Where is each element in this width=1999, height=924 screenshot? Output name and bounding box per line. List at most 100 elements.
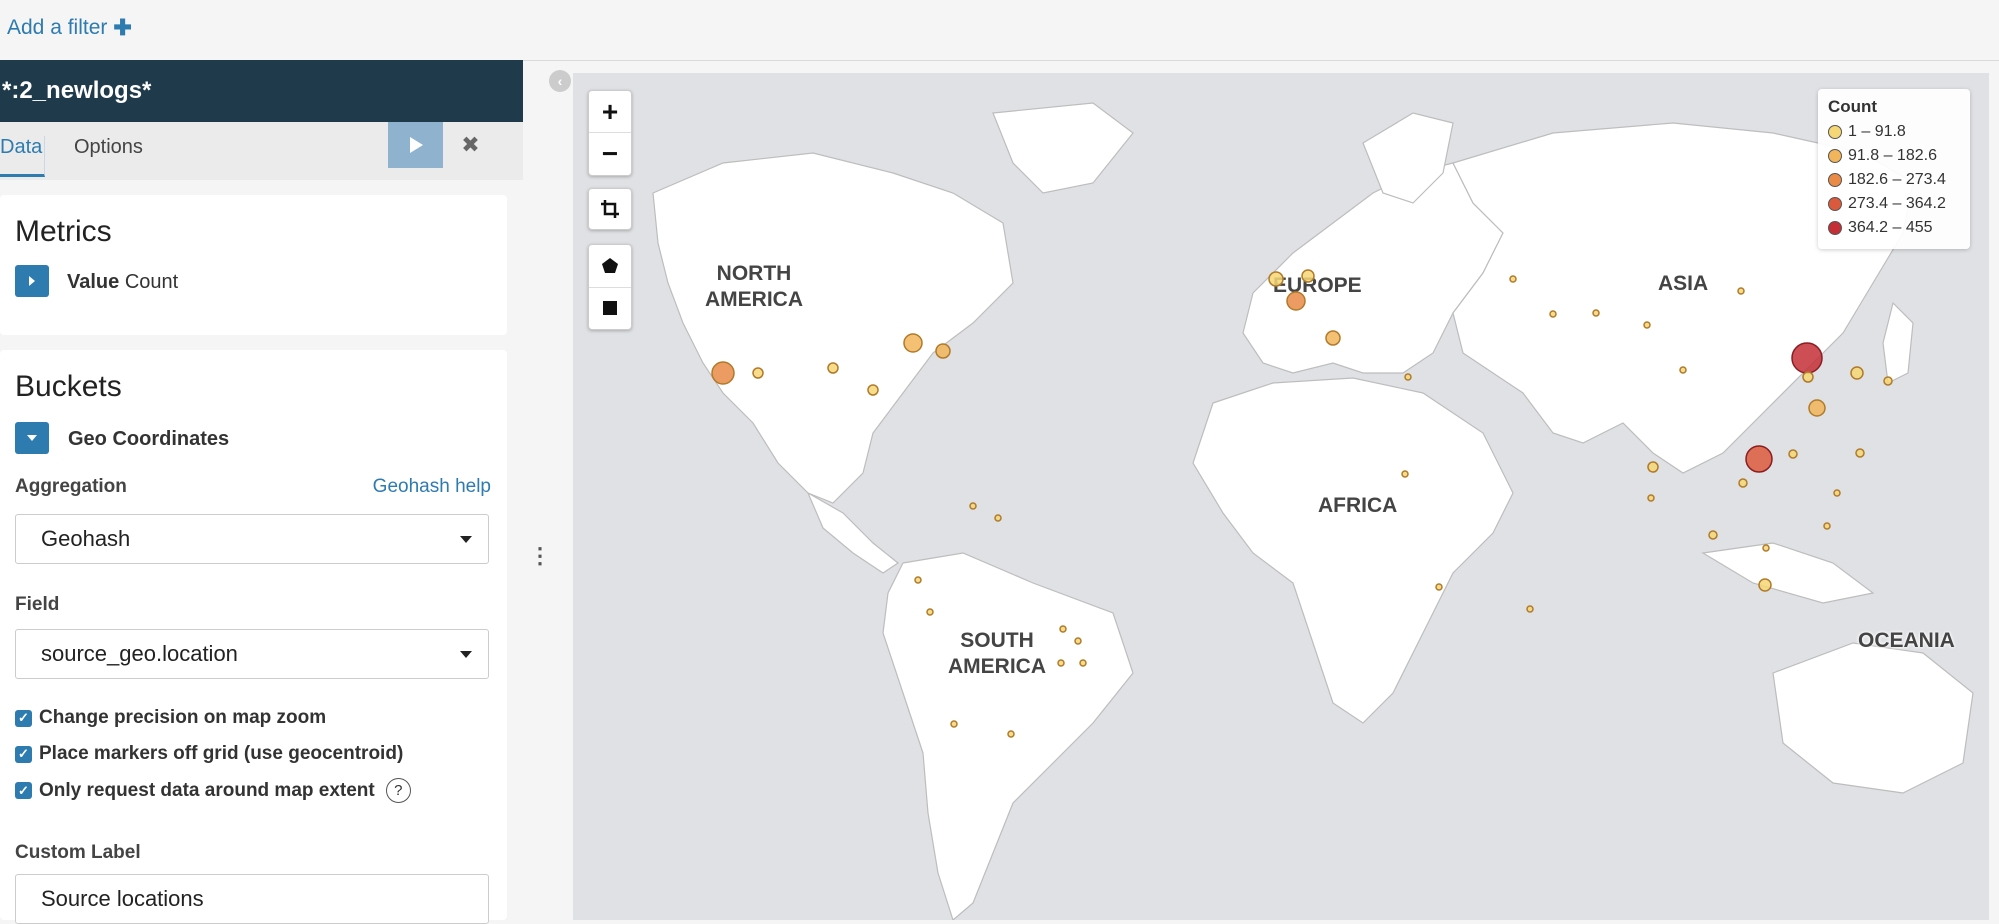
geohash-marker[interactable] [950,720,958,728]
field-select[interactable]: source_geo.location [15,629,489,679]
polygon-icon [602,257,618,273]
draw-tools [588,244,632,330]
geohash-marker[interactable] [1850,366,1864,380]
chevron-right-icon [29,276,35,286]
geohash-marker[interactable] [1738,478,1748,488]
checkbox-place-markers-off-grid[interactable]: ✓ Place markers off grid (use geocentroi… [15,743,403,765]
draw-rectangle-button[interactable] [589,288,631,330]
geohash-marker[interactable] [1808,399,1826,417]
geohash-marker[interactable] [935,343,951,359]
geohash-marker[interactable] [1791,342,1823,374]
geohash-marker[interactable] [1007,730,1015,738]
geohash-marker[interactable] [1643,321,1651,329]
metric-agg-type: Count [124,271,179,293]
aggregation-label: Aggregation [15,476,127,497]
legend-color-swatch [1828,173,1842,187]
geohash-marker[interactable] [1758,578,1772,592]
geohash-marker[interactable] [1679,366,1687,374]
checkbox-checked-icon[interactable]: ✓ [15,782,32,799]
play-icon [409,137,423,153]
legend-label: 273.4 – 364.2 [1848,195,1946,212]
geohash-marker[interactable] [711,361,735,385]
aggregation-select[interactable]: Geohash [15,514,489,564]
geohash-marker[interactable] [827,362,839,374]
geohash-marker[interactable] [1802,371,1814,383]
aggregation-value: Geohash [41,526,131,551]
legend-item: 91.8 – 182.6 [1828,144,1960,168]
legend-label: 364.2 – 455 [1848,219,1933,236]
legend-color-swatch [1828,149,1842,163]
fit-data-bounds-button[interactable] [588,188,632,230]
checkbox-checked-icon[interactable]: ✓ [15,709,32,727]
geohash-marker[interactable] [1549,310,1557,318]
geohash-marker[interactable] [867,384,879,396]
sidebar-resize-handle[interactable]: ⋮ [529,543,551,569]
geohash-marker[interactable] [1647,494,1655,502]
map-canvas[interactable]: NORTH AMERICA EUROPE ASIA AFRICA SOUTH AME… [573,73,1989,920]
legend-item: 273.4 – 364.2 [1828,192,1960,216]
map-legend: Count 1 – 91.8 91.8 – 182.6 182.6 – 273.4 2… [1818,89,1970,249]
checkbox-change-precision[interactable]: ✓ Change precision on map zoom [15,707,326,729]
geohash-help-link[interactable]: Geohash help [373,476,491,498]
geohash-marker[interactable] [1855,448,1865,458]
apply-changes-button[interactable] [388,122,443,168]
geohash-marker[interactable] [1762,544,1770,552]
question-icon[interactable]: ? [385,778,411,803]
draw-polygon-button[interactable] [589,245,631,288]
add-filter-link[interactable]: Add a filter ✚ [7,15,132,41]
geohash-marker[interactable] [1435,583,1443,591]
geohash-markers [711,269,1893,738]
geohash-marker[interactable] [1823,522,1831,530]
geohash-marker[interactable] [1268,271,1284,287]
geohash-marker[interactable] [994,514,1002,522]
custom-label-value: Source locations [41,886,204,911]
geohash-marker[interactable] [1325,330,1341,346]
geohash-marker[interactable] [1286,291,1306,311]
geohash-marker[interactable] [969,502,977,510]
geohash-marker[interactable] [1647,461,1659,473]
geohash-marker[interactable] [1592,309,1600,317]
tab-data[interactable]: Data [0,136,46,177]
geohash-marker[interactable] [903,333,923,353]
zoom-in-button[interactable]: + [589,91,631,133]
tab-options[interactable]: Options [74,136,143,159]
chevron-down-icon [27,435,37,441]
buckets-panel: Buckets Geo Coordinates Aggregation Geoh… [0,350,507,924]
collapse-bucket-button[interactable] [15,422,49,454]
collapse-sidebar-icon[interactable]: ‹ [549,70,571,92]
geohash-marker[interactable] [1833,489,1841,497]
geohash-marker[interactable] [1708,530,1718,540]
custom-label-input[interactable]: Source locations [15,874,489,924]
geohash-marker[interactable] [752,367,764,379]
geohash-marker[interactable] [1074,637,1082,645]
metric-summary: Value Count [67,271,178,294]
geohash-marker[interactable] [1509,275,1517,283]
geohash-marker[interactable] [1057,659,1065,667]
geohash-marker[interactable] [1788,449,1798,459]
metrics-title: Metrics [15,215,112,248]
geohash-marker[interactable] [1404,373,1412,381]
geohash-marker[interactable] [1079,659,1087,667]
geohash-marker[interactable] [1883,376,1893,386]
checkbox-label: Change precision on map zoom [39,707,327,728]
geohash-marker[interactable] [1737,287,1745,295]
legend-color-swatch [1828,221,1842,235]
legend-item: 182.6 – 273.4 [1828,168,1960,192]
geohash-marker[interactable] [1745,445,1773,473]
zoom-out-button[interactable]: − [589,133,631,174]
geohash-marker[interactable] [914,576,922,584]
geohash-marker[interactable] [1401,470,1409,478]
geohash-marker[interactable] [1526,605,1534,613]
editor-sidebar: *:2_newlogs* Data Options ✖ Metrics Valu… [0,60,523,924]
checkbox-only-request-extent[interactable]: ✓ Only request data around map extent ? [15,778,411,803]
checkbox-checked-icon[interactable]: ✓ [15,745,32,763]
checkbox-label: Place markers off grid (use geocentroid) [39,743,404,764]
legend-label: 91.8 – 182.6 [1848,147,1937,164]
expand-metric-button[interactable] [15,265,49,297]
rectangle-icon [603,301,617,316]
plus-icon: ✚ [113,15,132,40]
discard-changes-button[interactable]: ✖ [443,122,498,168]
geohash-marker[interactable] [926,608,934,616]
geohash-marker[interactable] [1301,269,1315,283]
geohash-marker[interactable] [1059,625,1067,633]
